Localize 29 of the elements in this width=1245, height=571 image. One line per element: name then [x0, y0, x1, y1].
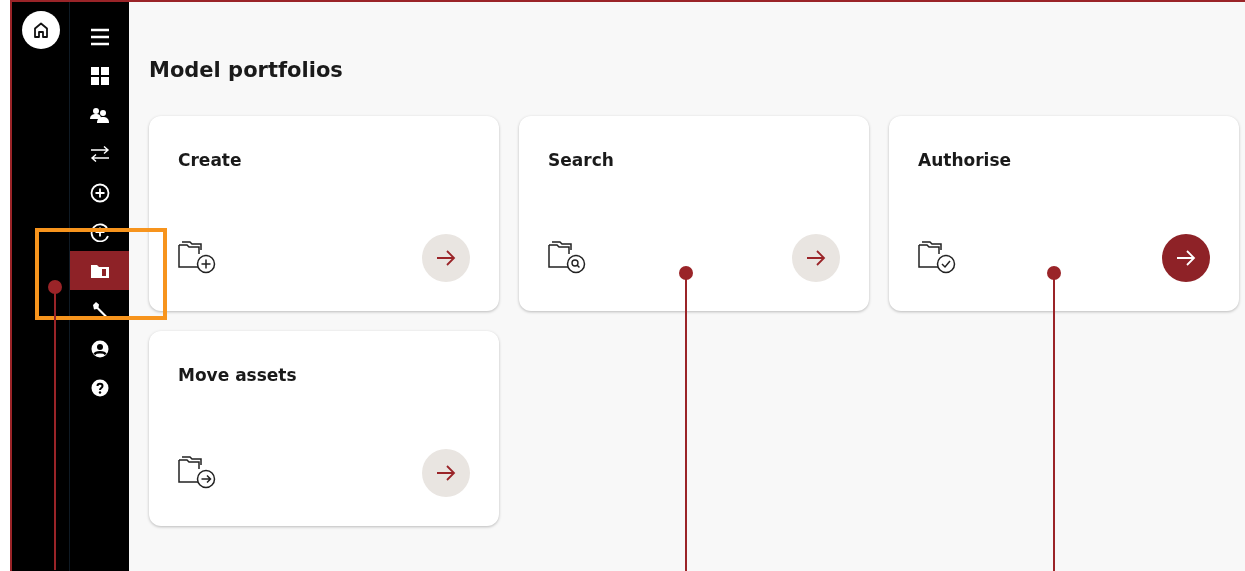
card-title: Authorise [918, 150, 1013, 170]
nav-item[interactable] [70, 251, 129, 290]
account-icon [90, 339, 109, 358]
card-title: Create [178, 150, 243, 170]
arrow-right-icon [436, 465, 456, 481]
folder-search-icon [548, 241, 588, 275]
grid-icon [90, 66, 109, 85]
menu-icon [89, 27, 110, 46]
people-icon [89, 106, 110, 123]
page-title: Model portfolios [149, 58, 344, 82]
folder-arrow-icon [178, 456, 218, 490]
card-title: Move assets [178, 365, 298, 385]
transfer-icon [89, 145, 110, 162]
folder-plus-icon [178, 241, 218, 275]
folder-icon [89, 262, 110, 279]
arrow-right-icon [436, 250, 456, 266]
help-icon [90, 378, 109, 397]
arrow-right-icon [1176, 250, 1196, 266]
home-button[interactable] [21, 11, 60, 49]
arrow-button[interactable] [1162, 234, 1210, 282]
wrench-icon [90, 300, 109, 319]
folder-check-icon [918, 241, 958, 275]
arrow-button[interactable] [422, 234, 470, 282]
arrow-button[interactable] [792, 234, 840, 282]
card-title: Search [548, 150, 615, 170]
arrow-button[interactable] [422, 449, 470, 497]
arrow-right-icon [806, 250, 826, 266]
add-circle-icon [89, 221, 110, 242]
add-icon [89, 182, 110, 203]
